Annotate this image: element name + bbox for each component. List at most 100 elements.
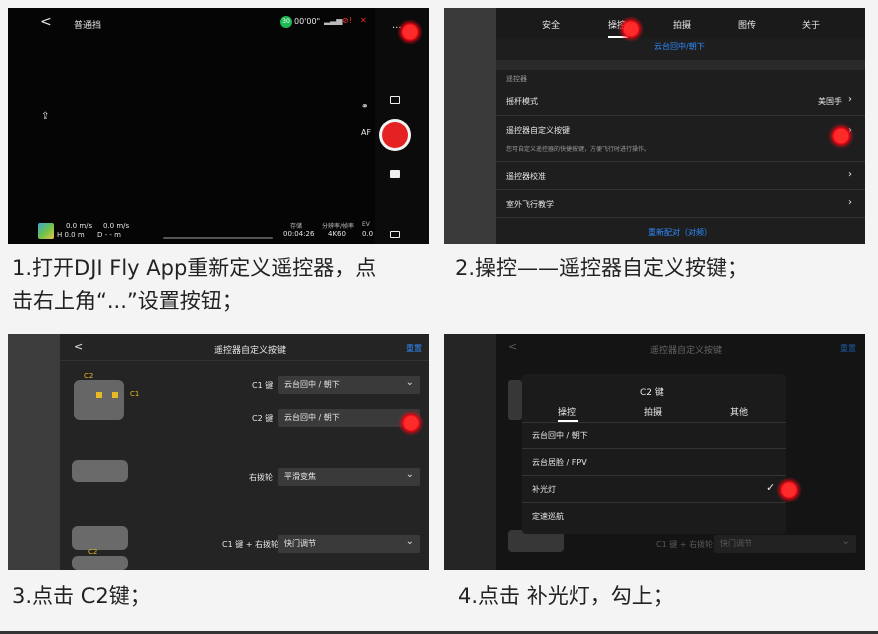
option-gimbal-fpv[interactable]: 云台居脸 / FPV [522, 449, 786, 476]
chevron-right-icon: › [848, 169, 852, 180]
height-readout: H 0.0 m [57, 231, 85, 239]
step3-caption: 3.点击 C2键； [12, 584, 151, 608]
flight-mode-label: 普通挡 [74, 21, 102, 31]
click-marker [397, 19, 423, 45]
step1-caption-line2: 击右上角“...”设置按钮； [12, 289, 243, 313]
camera-view-screenshot: < 普通挡 30 00'00" ▂▃▅ ⊘! ✕ ··· ⇪ ⚭ AF 0.0 … [8, 8, 429, 244]
c2-tag: C2 [88, 548, 98, 556]
reset-button[interactable]: 重置 [406, 343, 422, 354]
back-icon[interactable]: < [74, 340, 83, 353]
field-label: C1 键 + 右拨轮 [222, 540, 280, 549]
c1-tag: C1 [130, 390, 140, 398]
check-icon: ✓ [766, 481, 776, 494]
step4-caption: 4.点击 补光灯，勾上； [458, 584, 674, 608]
settings-tab-bar: 安全 操控 拍摄 图传 关于 [496, 8, 865, 38]
section-header-rc: 遥控器 [506, 75, 527, 83]
storage-value: 00:04:26 [283, 230, 315, 238]
row-description: 您可自定义遥控器的快捷按键，方便飞行时进行操作。 [506, 146, 651, 153]
controller-image [72, 460, 128, 482]
re-pair-link[interactable]: 重新配对（对频） [648, 227, 712, 238]
option-fill-light[interactable]: 补光灯 ✓ [522, 476, 786, 503]
tab-camera[interactable]: 拍摄 [644, 405, 662, 418]
side-shadow [444, 8, 496, 244]
settings-list: 安全 操控 拍摄 图传 关于 云台回中/朝下 遥控器 摇杆模式 美国手 › 遥控… [496, 8, 865, 244]
tab-transmission[interactable]: 图传 [738, 18, 756, 31]
select-value: 平滑变焦 [284, 472, 316, 481]
option-label: 云台回中 / 朝下 [532, 431, 588, 440]
step1-caption: 1.打开DJI Fly App重新定义遥控器，点 击右上角“...”设置按钮； [12, 252, 432, 318]
option-label: 补光灯 [532, 485, 556, 494]
tab-safety[interactable]: 安全 [542, 18, 560, 31]
flight-tutorial-row[interactable]: 室外飞行教学 › [496, 190, 865, 218]
c1-dial-select[interactable]: 快门调节 ⌄ [278, 535, 420, 553]
c2-marker [96, 392, 102, 398]
chevron-down-icon: ⌄ [405, 536, 414, 547]
row-label: 遥控器校准 [506, 172, 546, 181]
field-label: C1 键 [252, 381, 274, 390]
return-home-icon[interactable]: ⇪ [41, 111, 49, 122]
battery-icon: 30 [280, 16, 292, 28]
select-value: 云台回中 / 朝下 [284, 380, 340, 389]
row-label: 摇杆模式 [506, 97, 538, 106]
side-shadow [8, 334, 60, 570]
resolution-label: 分辨率/帧率 [322, 223, 355, 230]
gimbal-center-link[interactable]: 云台回中/朝下 [654, 41, 705, 52]
back-icon[interactable]: < [40, 14, 52, 30]
c1-marker [112, 392, 118, 398]
select-value: 云台回中 / 朝下 [284, 413, 340, 422]
storage-label: 存储 [290, 223, 303, 230]
custom-buttons-row[interactable]: 遥控器自定义按键 您可自定义遥控器的快捷按键，方便飞行时进行操作。 › [496, 116, 865, 162]
stick-mode-row[interactable]: 摇杆模式 美国手 › [496, 88, 865, 116]
af-button[interactable]: AF [361, 128, 371, 137]
camera-settings-icon[interactable] [390, 231, 400, 238]
chevron-right-icon: › [848, 197, 852, 208]
shutter-button[interactable] [382, 122, 408, 148]
section-gap [496, 60, 865, 70]
field-label: C2 键 [252, 414, 274, 423]
tab-control[interactable]: 操控 [558, 405, 576, 418]
option-label: 云台居脸 / FPV [532, 458, 587, 467]
row-label: 遥控器自定义按键 [506, 126, 570, 135]
right-dial-select[interactable]: 平滑变焦 ⌄ [278, 468, 420, 486]
rc-signal-icon: ⊘! [342, 16, 352, 25]
divider [60, 360, 429, 361]
photo-mode-icon[interactable] [390, 96, 400, 104]
modal-title: C2 键 [640, 388, 664, 398]
page-title: 遥控器自定义按键 [214, 346, 287, 356]
vertical-speed: 0.0 m/s [103, 222, 130, 230]
tab-other[interactable]: 其他 [730, 405, 748, 418]
settings-screenshot: 安全 操控 拍摄 图传 关于 云台回中/朝下 遥控器 摇杆模式 美国手 › 遥控… [444, 8, 865, 244]
map-thumbnail[interactable] [38, 223, 54, 239]
option-cruise-control[interactable]: 定速巡航 [522, 503, 786, 530]
click-marker [776, 477, 802, 503]
lens-icon[interactable]: ⚭ [361, 102, 369, 112]
ev-value: 0.0 [362, 230, 374, 238]
controller-image [74, 380, 124, 420]
c2-key-modal: C2 键 操控 拍摄 其他 云台回中 / 朝下 云台居脸 / FPV 补光灯 ✓… [522, 374, 786, 534]
click-marker [398, 410, 424, 436]
signal-icon: ▂▃▅ [324, 16, 343, 25]
chevron-down-icon: ⌄ [405, 377, 414, 388]
option-label: 定速巡航 [532, 512, 564, 521]
controller-image [72, 526, 128, 550]
step1-caption-line1: 1.打开DJI Fly App重新定义遥控器，点 [12, 256, 377, 280]
rc-calibration-row[interactable]: 遥控器校准 › [496, 162, 865, 190]
distance-readout: D - - m [97, 231, 121, 239]
tab-camera[interactable]: 拍摄 [673, 18, 691, 31]
select-value: 快门调节 [284, 539, 316, 548]
resolution-value: 4K60 [328, 230, 346, 238]
c1-key-select[interactable]: 云台回中 / 朝下 ⌄ [278, 376, 420, 394]
c2-popup-screenshot: < 遥控器自定义按键 重置 C1 键 + 右拨轮 快门调节 ⌄ C2 键 操控 … [444, 334, 865, 570]
click-marker [618, 16, 644, 42]
click-marker [828, 123, 854, 149]
ev-label: EV [362, 221, 370, 228]
playback-icon[interactable] [390, 170, 400, 178]
row-value: 美国手 [818, 97, 842, 106]
tab-about[interactable]: 关于 [802, 18, 820, 31]
option-gimbal-center[interactable]: 云台回中 / 朝下 [522, 422, 786, 449]
row-label: 室外飞行教学 [506, 200, 554, 209]
step2-caption: 2.操控——遥控器自定义按键； [455, 256, 749, 280]
custom-buttons-screenshot: < 遥控器自定义按键 重置 C2 C1 C1 键 云台回中 / 朝下 ⌄ C2 … [8, 334, 429, 570]
c2-tag: C2 [84, 372, 94, 380]
field-label: 右拨轮 [249, 473, 273, 482]
